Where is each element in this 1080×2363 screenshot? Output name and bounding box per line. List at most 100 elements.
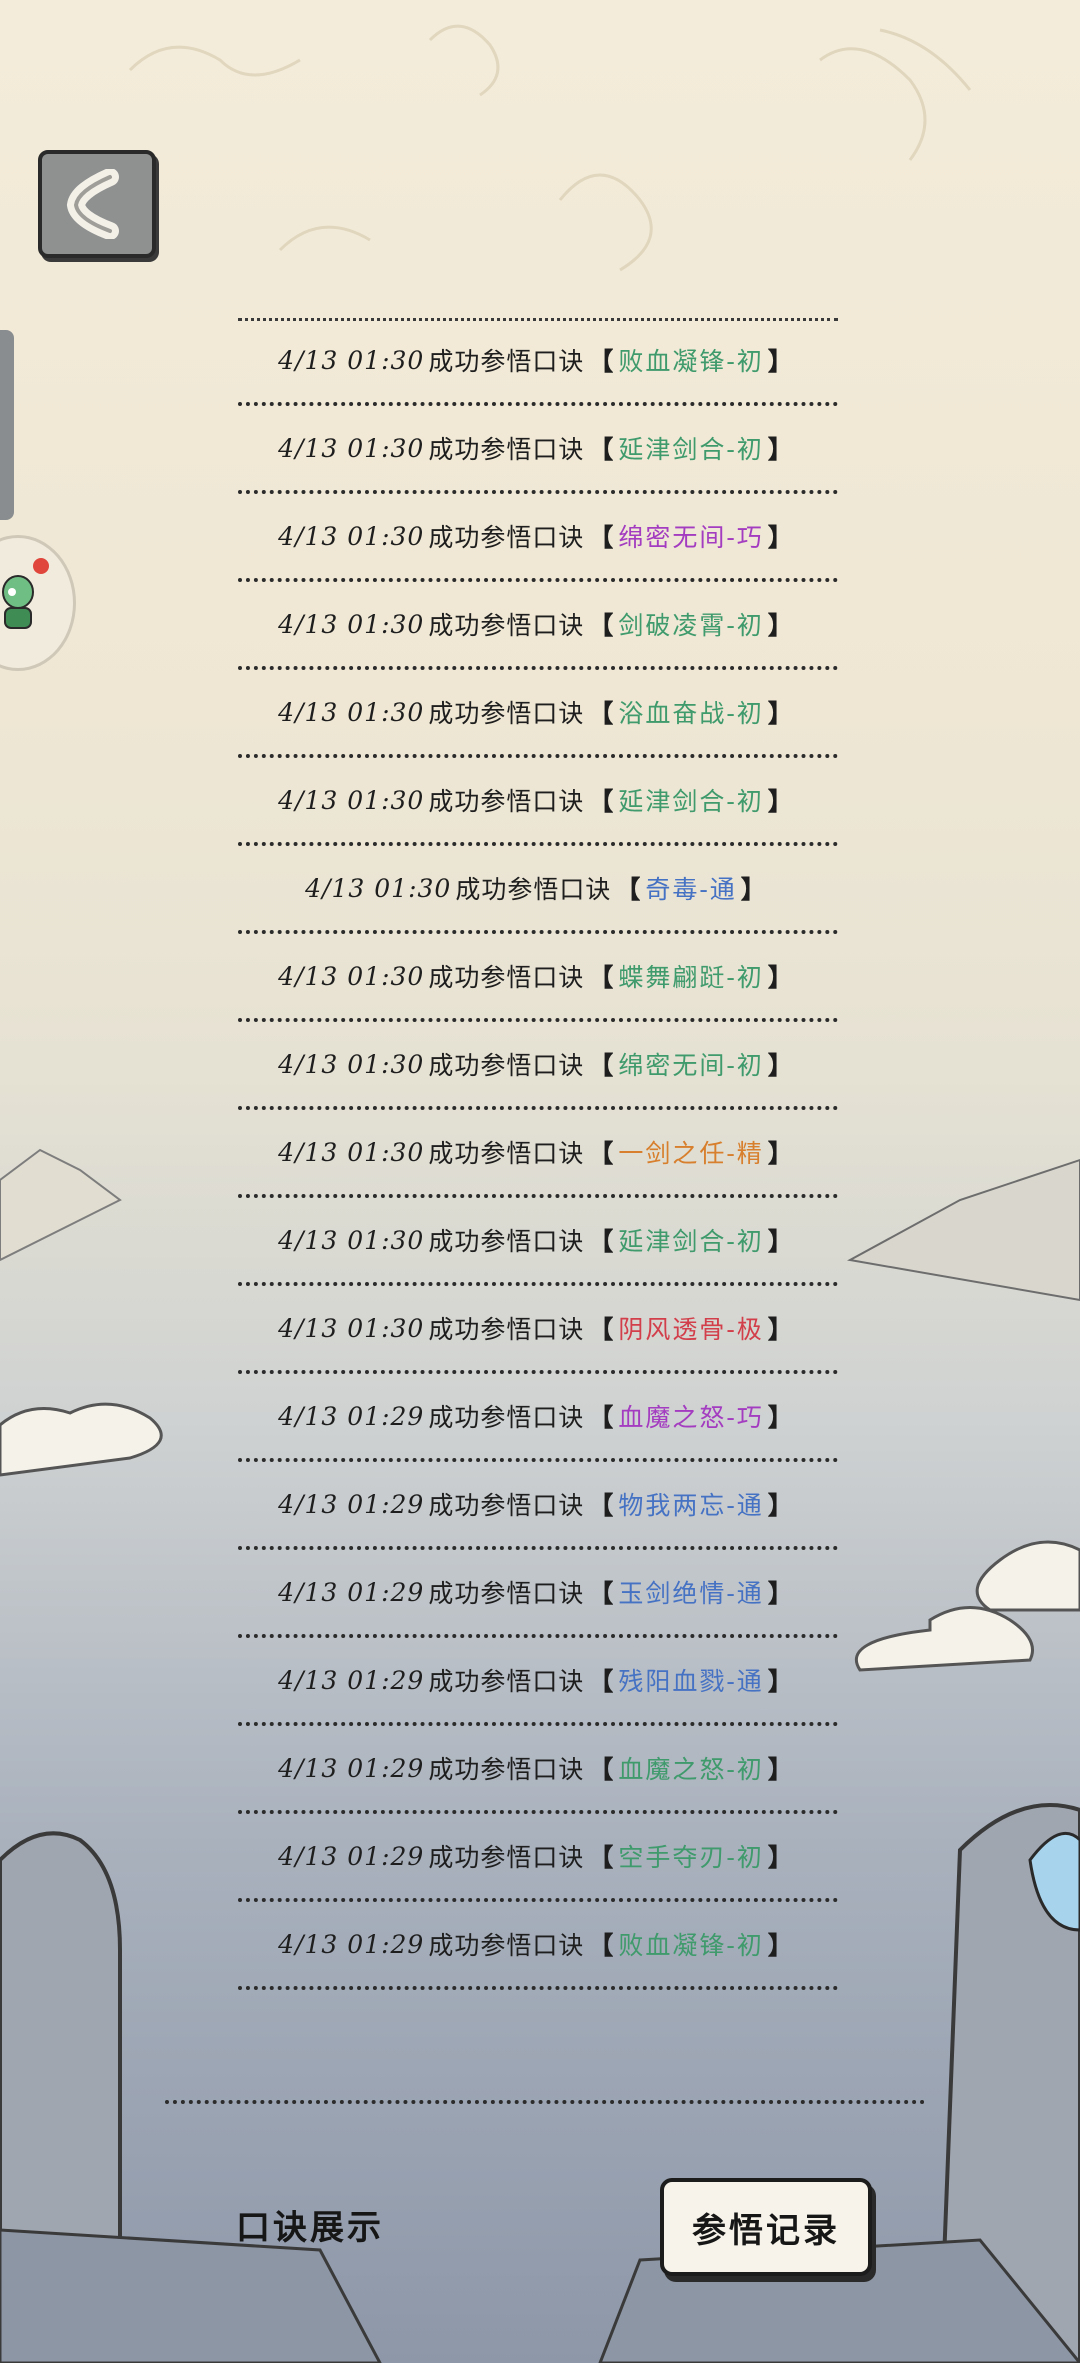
bracket-open: 【 <box>588 1667 615 1696</box>
log-row: 4/13 01:30 成功参悟口诀【绵密无间-初】 <box>238 1022 838 1110</box>
log-time: 4/13 01:30 <box>278 1225 425 1255</box>
bracket-open: 【 <box>588 1227 615 1256</box>
log-message: 成功参悟口诀 <box>455 875 612 904</box>
skill-name: 败血凝锋-初 <box>618 347 764 376</box>
bracket-open: 【 <box>615 875 642 904</box>
bracket-close: 】 <box>767 611 794 640</box>
bracket-open: 【 <box>588 1403 615 1432</box>
bracket-open: 【 <box>588 787 615 816</box>
bracket-close: 】 <box>767 1227 794 1256</box>
bracket-close: 】 <box>767 435 794 464</box>
log-row: 4/13 01:29 成功参悟口诀【败血凝锋-初】 <box>238 1902 838 1990</box>
bracket-open: 【 <box>588 699 615 728</box>
bracket-open: 【 <box>588 1315 615 1344</box>
bracket-open: 【 <box>588 435 615 464</box>
bracket-close: 】 <box>767 1315 794 1344</box>
skill-name: 延津剑合-初 <box>618 787 764 816</box>
log-message: 成功参悟口诀 <box>428 1051 585 1080</box>
skill-name: 蝶舞翩跹-初 <box>618 963 764 992</box>
bracket-open: 【 <box>588 347 615 376</box>
log-time: 4/13 01:30 <box>278 785 425 815</box>
skill-name: 奇毒-通 <box>645 875 737 904</box>
bracket-open: 【 <box>588 1491 615 1520</box>
ghost-character-icon <box>2 575 34 629</box>
notification-dot <box>33 558 49 574</box>
log-message: 成功参悟口诀 <box>428 435 585 464</box>
log-row: 4/13 01:30 成功参悟口诀【奇毒-通】 <box>238 846 838 934</box>
skill-name: 物我两忘-通 <box>618 1491 764 1520</box>
log-row: 4/13 01:29 成功参悟口诀【物我两忘-通】 <box>238 1462 838 1550</box>
bracket-close: 】 <box>767 1579 794 1608</box>
log-message: 成功参悟口诀 <box>428 699 585 728</box>
log-row: 4/13 01:30 成功参悟口诀【一剑之任-精】 <box>238 1110 838 1198</box>
skill-name: 残阳血戮-通 <box>618 1667 764 1696</box>
log-time: 4/13 01:30 <box>278 521 425 551</box>
skill-name: 一剑之任-精 <box>618 1139 764 1168</box>
bracket-close: 】 <box>767 1843 794 1872</box>
bracket-close: 】 <box>767 523 794 552</box>
log-message: 成功参悟口诀 <box>428 1491 585 1520</box>
log-time: 4/13 01:29 <box>278 1489 425 1519</box>
bracket-close: 】 <box>767 963 794 992</box>
side-drawer-handle[interactable] <box>0 330 14 520</box>
log-message: 成功参悟口诀 <box>428 611 585 640</box>
log-time: 4/13 01:30 <box>278 1137 425 1167</box>
skill-name: 剑破凌霄-初 <box>618 611 764 640</box>
bracket-open: 【 <box>588 1931 615 1960</box>
bracket-close: 】 <box>767 1491 794 1520</box>
skill-name: 血魔之怒-初 <box>618 1755 764 1784</box>
tab-mantra-display[interactable]: 口诀展示 <box>236 2200 384 2249</box>
bracket-open: 【 <box>588 1051 615 1080</box>
log-time: 4/13 01:29 <box>278 1753 425 1783</box>
log-time: 4/13 01:30 <box>278 697 425 727</box>
log-row: 4/13 01:30 成功参悟口诀【蝶舞翩跹-初】 <box>238 934 838 1022</box>
skill-name: 败血凝锋-初 <box>618 1931 764 1960</box>
chevron-left-icon <box>66 169 119 239</box>
log-message: 成功参悟口诀 <box>428 1755 585 1784</box>
bracket-close: 】 <box>740 875 767 904</box>
log-message: 成功参悟口诀 <box>428 1667 585 1696</box>
log-time: 4/13 01:30 <box>278 1049 425 1079</box>
bottom-divider <box>165 2100 925 2104</box>
log-time: 4/13 01:29 <box>278 1577 425 1607</box>
bracket-close: 】 <box>767 1051 794 1080</box>
log-row: 4/13 01:30 成功参悟口诀【阴风透骨-极】 <box>238 1286 838 1374</box>
skill-name: 阴风透骨-极 <box>618 1315 764 1344</box>
bracket-open: 【 <box>588 1755 615 1784</box>
log-message: 成功参悟口诀 <box>428 523 585 552</box>
log-time: 4/13 01:30 <box>278 345 425 375</box>
log-message: 成功参悟口诀 <box>428 1579 585 1608</box>
log-row: 4/13 01:30 成功参悟口诀【浴血奋战-初】 <box>238 670 838 758</box>
log-message: 成功参悟口诀 <box>428 1315 585 1344</box>
skill-name: 玉剑绝情-通 <box>618 1579 764 1608</box>
skill-name: 浴血奋战-初 <box>618 699 764 728</box>
log-time: 4/13 01:29 <box>278 1665 425 1695</box>
skill-name: 绵密无间-初 <box>618 1051 764 1080</box>
skill-name: 延津剑合-初 <box>618 1227 764 1256</box>
log-time: 4/13 01:29 <box>278 1401 425 1431</box>
log-row: 4/13 01:30 成功参悟口诀【败血凝锋-初】 <box>238 318 838 406</box>
log-row: 4/13 01:30 成功参悟口诀【延津剑合-初】 <box>238 1198 838 1286</box>
bracket-open: 【 <box>588 1843 615 1872</box>
bracket-close: 】 <box>767 1139 794 1168</box>
log-row: 4/13 01:29 成功参悟口诀【空手夺刃-初】 <box>238 1814 838 1902</box>
log-message: 成功参悟口诀 <box>428 1139 585 1168</box>
tab-comprehension-record[interactable]: 参悟记录 <box>660 2178 872 2276</box>
bracket-open: 【 <box>588 611 615 640</box>
skill-name: 延津剑合-初 <box>618 435 764 464</box>
log-time: 4/13 01:30 <box>278 1313 425 1343</box>
side-character-button[interactable] <box>0 535 76 671</box>
log-message: 成功参悟口诀 <box>428 347 585 376</box>
bracket-open: 【 <box>588 963 615 992</box>
skill-name: 空手夺刃-初 <box>618 1843 764 1872</box>
bracket-close: 】 <box>767 1755 794 1784</box>
log-row: 4/13 01:30 成功参悟口诀【绵密无间-巧】 <box>238 494 838 582</box>
log-message: 成功参悟口诀 <box>428 1931 585 1960</box>
log-row: 4/13 01:30 成功参悟口诀【剑破凌霄-初】 <box>238 582 838 670</box>
log-message: 成功参悟口诀 <box>428 1227 585 1256</box>
bracket-close: 】 <box>767 787 794 816</box>
log-message: 成功参悟口诀 <box>428 963 585 992</box>
bracket-close: 】 <box>767 1667 794 1696</box>
back-button[interactable] <box>38 150 156 258</box>
log-time: 4/13 01:30 <box>278 433 425 463</box>
